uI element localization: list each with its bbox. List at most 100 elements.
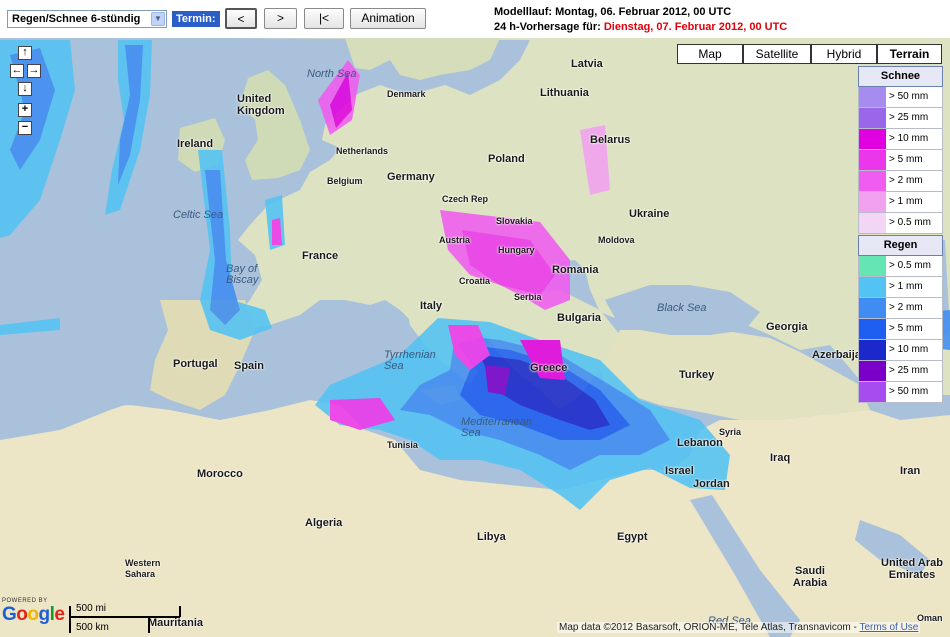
country-label: Lithuania — [540, 87, 589, 99]
snow-legend-label: > 1 mm — [889, 196, 923, 207]
snow-legend-row: > 25 mm — [858, 108, 943, 129]
snow-legend-row: > 5 mm — [858, 150, 943, 171]
rain-legend-label: > 25 mm — [889, 365, 929, 376]
zoom-in-icon[interactable]: + — [18, 103, 32, 117]
product-select[interactable]: Regen/Schnee 6-stündig ▼ — [7, 10, 167, 28]
precipitation-legend: Schnee > 50 mm > 25 mm > 10 mm > 5 mm > 2 mm… — [858, 66, 943, 403]
country-label: United Arab Emirates — [881, 557, 943, 581]
sea-label: Celtic Sea — [173, 209, 224, 221]
snow-legend-label: > 10 mm — [889, 133, 929, 144]
rain-legend-label: > 5 mm — [889, 323, 923, 334]
snow-legend-row: > 2 mm — [858, 171, 943, 192]
sea-label: North Sea — [307, 68, 357, 80]
forecast-prefix: 24 h-Vorhersage für: — [494, 21, 604, 33]
next-button[interactable]: > — [264, 8, 297, 29]
rain-legend-row: > 50 mm — [858, 382, 943, 403]
sea-label: Black Sea — [657, 302, 707, 314]
country-label: Poland — [488, 153, 525, 165]
pan-down-icon[interactable]: ↓ — [18, 82, 32, 96]
snow-legend-swatch — [859, 129, 886, 149]
rain-legend-swatch — [859, 361, 886, 381]
country-label: Czech Rep — [442, 194, 489, 204]
country-label: Jordan — [693, 478, 730, 490]
snow-legend-label: > 0.5 mm — [889, 217, 931, 228]
terms-of-use-link[interactable]: Terms of Use — [859, 622, 918, 633]
rain-legend-row: > 10 mm — [858, 340, 943, 361]
country-label: Belarus — [590, 134, 631, 146]
country-label: Ukraine — [629, 208, 670, 220]
pan-left-icon[interactable]: ← — [10, 64, 24, 78]
google-logo[interactable]: POWERED BY Google — [2, 598, 65, 626]
rain-legend-swatch — [859, 319, 886, 339]
toolbar: Regen/Schnee 6-stündig ▼ Termin: < > |< … — [0, 0, 950, 38]
first-button[interactable]: |< — [304, 8, 344, 29]
rain-legend-title: Regen — [858, 235, 943, 256]
country-label: Italy — [420, 300, 443, 312]
termin-label: Termin: — [172, 11, 220, 27]
rain-legend-swatch — [859, 277, 886, 297]
country-label: Austria — [439, 235, 471, 245]
forecast-value: Dienstag, 07. Februar 2012, 00 UTC — [603, 21, 788, 33]
rain-legend-label: > 50 mm — [889, 386, 929, 397]
country-label: Bulgaria — [557, 312, 602, 324]
pan-right-icon[interactable]: → — [27, 64, 41, 78]
snow-legend-swatch — [859, 213, 886, 233]
country-label: Azerbaija — [812, 349, 861, 361]
country-label: Spain — [234, 360, 264, 372]
country-label: Algeria — [305, 517, 343, 529]
country-label: Georgia — [766, 321, 808, 333]
snow-legend-label: > 2 mm — [889, 175, 923, 186]
snow-legend-swatch — [859, 171, 886, 191]
rain-legend-list: > 0.5 mm > 1 mm > 2 mm > 5 mm > 10 mm > 25 mm… — [858, 256, 943, 403]
country-label: Slovakia — [496, 216, 533, 226]
country-label: Greece — [530, 362, 568, 374]
product-select-value: Regen/Schnee 6-stündig — [12, 13, 141, 25]
snow-legend-swatch — [859, 108, 886, 128]
country-label: France — [302, 250, 339, 262]
sea-label: Bay of Biscay — [226, 263, 259, 286]
map-attribution: Map data ©2012 Basarsoft, ORION-ME, Tele… — [557, 622, 921, 633]
country-label: Saudi Arabia — [792, 565, 828, 589]
chevron-down-icon[interactable]: ▼ — [151, 12, 165, 26]
snow-legend-row: > 0.5 mm — [858, 213, 943, 234]
rain-legend-label: > 1 mm — [889, 281, 923, 292]
snow-legend-row: > 1 mm — [858, 192, 943, 213]
rain-legend-label: > 0.5 mm — [889, 260, 931, 271]
rain-legend-row: > 1 mm — [858, 277, 943, 298]
country-label: Lebanon — [677, 437, 723, 449]
country-label: Serbia — [514, 292, 542, 302]
map-type-hybrid-button[interactable]: Hybrid — [811, 44, 877, 64]
country-label: Israel — [665, 465, 694, 477]
country-label: Syria — [719, 427, 742, 437]
country-label: Tunisia — [387, 440, 418, 450]
snow-legend-label: > 50 mm — [889, 91, 929, 102]
map-type-satellite-button[interactable]: Satellite — [743, 44, 811, 64]
previous-button[interactable]: < — [225, 8, 257, 29]
rain-legend-row: > 5 mm — [858, 319, 943, 340]
country-label: Ireland — [177, 138, 214, 150]
pan-up-icon[interactable]: ↑ — [18, 46, 32, 60]
country-label: Latvia — [571, 58, 603, 70]
animation-button[interactable]: Animation — [350, 8, 426, 29]
rain-legend-swatch — [859, 382, 886, 402]
country-label: Egypt — [617, 531, 648, 543]
country-label: Croatia — [459, 276, 491, 286]
model-run-prefix: Modelllauf: — [494, 6, 556, 18]
snow-legend-swatch — [859, 192, 886, 212]
zoom-out-icon[interactable]: − — [18, 121, 32, 135]
rain-legend-label: > 10 mm — [889, 344, 929, 355]
rain-legend-row: > 25 mm — [858, 361, 943, 382]
forecast-info: 24 h-Vorhersage für: Dienstag, 07. Febru… — [494, 21, 787, 33]
map-type-terrain-button[interactable]: Terrain — [877, 44, 942, 64]
snow-legend-row: > 10 mm — [858, 129, 943, 150]
snow-legend-title: Schnee — [858, 66, 943, 87]
model-run-value: Montag, 06. Februar 2012, 00 UTC — [555, 6, 732, 18]
snow-legend-label: > 25 mm — [889, 112, 929, 123]
country-label: Portugal — [173, 358, 218, 370]
country-label: Denmark — [387, 89, 426, 99]
snow-legend-swatch — [859, 150, 886, 170]
map-type-map-button[interactable]: Map — [677, 44, 743, 64]
attribution-text: Map data ©2012 Basarsoft, ORION-ME, Tele… — [559, 622, 860, 633]
map-view[interactable]: North Sea Celtic Sea Bay of Biscay Tyrrh… — [0, 38, 950, 637]
model-run-info: Modelllauf: Montag, 06. Februar 2012, 00… — [494, 6, 731, 18]
